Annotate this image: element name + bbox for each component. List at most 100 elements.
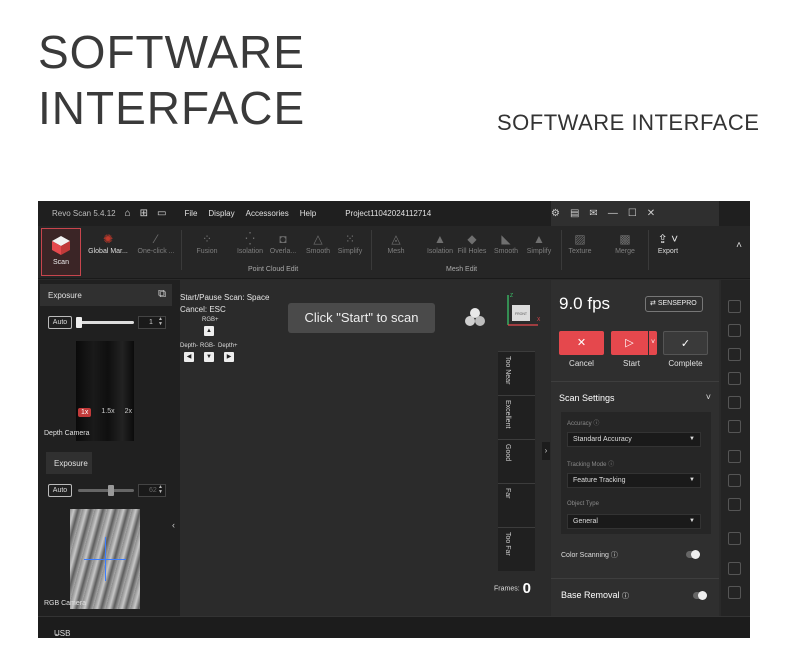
tool-invert-icon[interactable] — [728, 474, 741, 487]
scan-viewport[interactable]: Start/Pause Scan: Space Cancel: ESC RGB+… — [180, 280, 550, 616]
tool-copy-icon[interactable] — [728, 450, 741, 463]
scan-button[interactable]: Scan — [41, 228, 81, 276]
global-marker-icon: ✺ — [102, 232, 114, 246]
depth-exposure-slider[interactable] — [78, 321, 134, 324]
feedback-icon[interactable]: ✉ — [589, 208, 597, 219]
key-down-icon[interactable]: ▼ — [204, 352, 214, 362]
depth-exposure-input[interactable]: 1 ▲ ▼ — [138, 316, 166, 329]
one-click-button[interactable]: ⁄ One-click ... — [134, 230, 178, 260]
shortcut-hints: Start/Pause Scan: Space Cancel: ESC — [180, 292, 269, 316]
orientation-gizmo-icon[interactable]: FRONT Z X — [502, 291, 542, 331]
new-project-icon[interactable]: ⊞ — [140, 208, 148, 219]
mesh-simplify-button[interactable]: ▲ Simplify — [517, 230, 561, 260]
tool-page-icon[interactable] — [728, 498, 741, 511]
close-icon[interactable]: ✕ — [647, 208, 655, 219]
rgb-exposure-thumb[interactable] — [108, 485, 114, 496]
base-removal-label: Base Removal ⓘ — [561, 590, 630, 600]
folder-icon[interactable]: ▭ — [157, 208, 166, 219]
popout-icon[interactable]: ⧉ — [158, 288, 166, 301]
info-icon: ⓘ — [610, 552, 618, 559]
side-toolbar — [721, 280, 750, 616]
start-button[interactable]: ▷ — [611, 331, 648, 355]
depth-auto-button[interactable]: Auto — [48, 316, 72, 329]
base-removal-toggle[interactable] — [693, 591, 707, 600]
object-type-value: General — [573, 518, 598, 525]
tracking-mode-value: Feature Tracking — [573, 477, 626, 484]
view-mode-icon[interactable] — [464, 306, 486, 328]
tool-brush-icon[interactable] — [728, 396, 741, 409]
toolbar-divider — [181, 230, 182, 270]
undo-icon[interactable] — [728, 562, 741, 575]
color-scanning-toggle[interactable] — [686, 550, 700, 559]
window-controls: ⚙ ▤ ✉ — ☐ ✕ — [551, 201, 719, 226]
scan-control-panel: 9.0 fps ⇄ SENSEPRO ✕ ▷ ˅ ✓ Cancel Start … — [551, 280, 719, 616]
accuracy-select[interactable]: Standard Accuracy ▼ — [567, 432, 701, 447]
merge-button[interactable]: ▩ Merge — [603, 230, 647, 260]
play-icon: ▷ — [625, 337, 634, 349]
complete-label: Complete — [668, 359, 703, 368]
device-badge: ⇄ SENSEPRO — [645, 296, 703, 312]
object-type-select[interactable]: General ▼ — [567, 514, 701, 529]
tracking-mode-select[interactable]: Feature Tracking ▼ — [567, 473, 701, 488]
tool-cut-icon[interactable] — [728, 420, 741, 433]
mesh-simplify-label: Simplify — [526, 248, 552, 255]
caret-down-icon: ▼ — [689, 436, 695, 442]
rgb-exposure-input[interactable]: 62 ▲ ▼ — [138, 484, 166, 497]
isolation-label: Isolation — [236, 248, 264, 255]
stepper-icon[interactable]: ▲ ▼ — [158, 317, 163, 327]
tool-lasso-icon[interactable] — [728, 372, 741, 385]
hero-title: SOFTWARE INTERFACE — [38, 24, 305, 136]
scan-label: Scan — [53, 259, 69, 266]
start-dropdown-button[interactable]: ˅ — [649, 331, 657, 355]
zoom-1x[interactable]: 1x — [78, 408, 92, 417]
export-button[interactable]: ⇪ ˅ Export — [646, 230, 690, 260]
tool-box-icon[interactable] — [728, 324, 741, 337]
mesh-button[interactable]: ◬ Mesh — [374, 230, 418, 260]
simplify-button[interactable]: ⁙ Simplify — [328, 230, 372, 260]
redo-icon[interactable] — [728, 586, 741, 599]
complete-button[interactable]: ✓ — [663, 331, 708, 355]
texture-button[interactable]: ▨ Texture — [558, 230, 602, 260]
cancel-button[interactable]: ✕ — [559, 331, 604, 355]
key-left-icon[interactable]: ◀ — [184, 352, 194, 362]
menu-file[interactable]: File — [185, 209, 198, 218]
scan-cube-icon — [52, 236, 70, 255]
divider — [551, 381, 719, 382]
tool-select-icon[interactable] — [728, 300, 741, 313]
tool-delete-icon[interactable] — [728, 532, 741, 545]
menu-accessories[interactable]: Accessories — [246, 209, 289, 218]
project-name: Project11042024112714 — [345, 209, 432, 218]
maximize-icon[interactable]: ☐ — [628, 208, 637, 219]
info-icon: ⓘ — [608, 462, 615, 468]
zoom-1-5x[interactable]: 1.5x — [101, 408, 114, 417]
global-marker-button[interactable]: ✺ Global Mar... — [86, 230, 130, 260]
caret-down-icon: ▼ — [689, 477, 695, 483]
rgb-exposure-slider[interactable] — [78, 489, 134, 492]
home-icon[interactable]: ⌂ — [125, 208, 131, 219]
texture-label: Texture — [568, 248, 592, 255]
quality-good: Good — [498, 439, 535, 483]
settings-icon[interactable]: ⚙ — [551, 208, 560, 219]
collapse-right-icon[interactable]: › — [542, 442, 550, 460]
menu-display[interactable]: Display — [208, 209, 234, 218]
menu-help[interactable]: Help — [300, 209, 316, 218]
collapse-toolbar-icon[interactable]: ˄ — [736, 240, 742, 251]
crosshair — [105, 537, 106, 581]
rgb-auto-button[interactable]: Auto — [48, 484, 72, 497]
fusion-button[interactable]: ⁘ Fusion — [185, 230, 229, 260]
key-right-icon[interactable]: ▶ — [224, 352, 234, 362]
app-window: Revo Scan 5.4.12 ⌂ ⊞ ▭ File Display Acce… — [38, 201, 750, 638]
key-up-icon[interactable]: ▲ — [204, 326, 214, 336]
depth-exposure-thumb[interactable] — [76, 317, 82, 328]
export-label: Export — [657, 248, 679, 255]
notes-icon[interactable]: ▤ — [570, 208, 579, 219]
minimize-icon[interactable]: — — [608, 208, 618, 219]
collapse-left-icon[interactable]: ‹ — [172, 520, 175, 530]
stepper-icon[interactable]: ▲ ▼ — [158, 485, 163, 495]
tool-image-icon[interactable] — [728, 348, 741, 361]
fusion-icon: ⁘ — [201, 232, 213, 246]
zoom-2x[interactable]: 2x — [125, 408, 132, 417]
chevron-down-icon[interactable]: ˅ — [706, 392, 711, 402]
depth-plus-label: Depth+ — [218, 343, 238, 349]
texture-icon: ▨ — [574, 232, 586, 246]
